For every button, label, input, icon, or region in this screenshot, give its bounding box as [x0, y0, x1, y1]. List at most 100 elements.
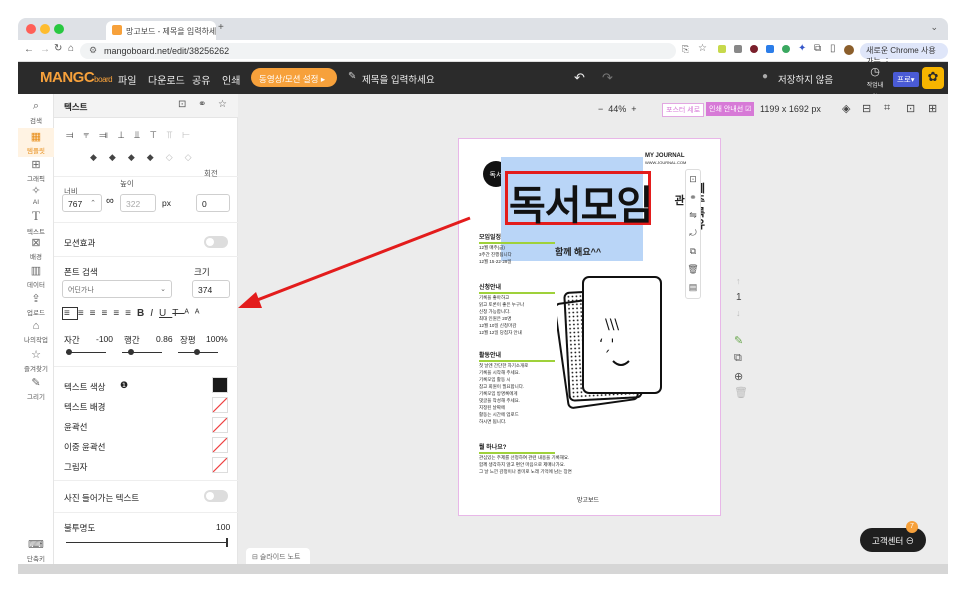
letter-spacing-slider[interactable]	[66, 349, 106, 355]
canvas-area[interactable]: − 44% + 포스터 세로 인쇄 안내선 ☑ 1199 x 1692 px ◈…	[238, 94, 948, 564]
rail-ai[interactable]: ✧ AI	[18, 184, 54, 206]
copy-icon[interactable]: ⧉	[686, 242, 700, 260]
rail-favorites[interactable]: ☆ 즐겨찾기	[18, 348, 54, 373]
profile-avatar[interactable]	[844, 45, 854, 55]
link-icon[interactable]: ⚭	[686, 188, 700, 206]
extension-icon[interactable]	[734, 45, 742, 53]
double-outline-swatch[interactable]	[212, 437, 228, 453]
text-bg-swatch[interactable]	[212, 397, 228, 413]
forward-icon[interactable]: →	[40, 44, 50, 55]
extension-icon[interactable]	[750, 45, 758, 53]
zoom-window-icon[interactable]	[54, 24, 64, 34]
page-down-icon[interactable]: ↓	[736, 308, 741, 318]
menu-file[interactable]: 파일	[118, 72, 136, 87]
pro-badge[interactable]: 프로▾	[893, 72, 919, 87]
outline-swatch[interactable]	[212, 417, 228, 433]
add-page-icon[interactable]: ⊕	[734, 370, 743, 383]
font-size-input[interactable]: 374	[192, 280, 230, 298]
width-input[interactable]: 767 ⌃	[62, 194, 102, 212]
document-title-input[interactable]: 제목을 입력하세요	[362, 72, 435, 86]
rail-text[interactable]: T 텍스트	[18, 208, 54, 236]
comment-icon[interactable]: ▤	[686, 278, 700, 296]
info-icon[interactable]: ❶	[120, 380, 128, 391]
tab-list-icon[interactable]: ⌄	[930, 22, 938, 33]
photo-text-toggle[interactable]	[204, 490, 228, 502]
stepper-icon[interactable]: ⌃	[90, 199, 96, 207]
extension-icon[interactable]	[766, 45, 774, 53]
chrome-update-button[interactable]: 새로운 Chrome 사용 가능 ⋮	[860, 43, 948, 66]
video-motion-button[interactable]: 동영상/모션 설정 ▸	[251, 68, 337, 87]
rail-graphic[interactable]: ⊞ 그래픽	[18, 158, 54, 183]
delete-page-icon[interactable]: 🗑	[734, 386, 748, 399]
reload-icon[interactable]: ↻	[54, 43, 62, 54]
align-icons[interactable]: ⫤⫧⫥⊥⫫⊤⫪⊢	[66, 130, 200, 141]
menu-print[interactable]: 인쇄	[222, 72, 240, 87]
zoom-control[interactable]: − 44% +	[598, 104, 637, 114]
rail-data[interactable]: ▥ 데이터	[18, 264, 54, 289]
rail-shortcuts[interactable]: ⌨ 단축키	[18, 538, 54, 563]
flip-icon[interactable]: ⇋	[686, 206, 700, 224]
paper-illustration[interactable]: \\\ ‘ˏ'	[557, 269, 677, 429]
lock-icon[interactable]: ⊡	[178, 99, 186, 110]
layers-icon[interactable]: ◈	[842, 102, 850, 115]
favorite-star-icon[interactable]: ☆	[218, 99, 227, 110]
menu-download[interactable]: 다운로드	[148, 72, 185, 87]
preview-icon[interactable]: ⊡	[906, 102, 915, 115]
poster-footer[interactable]: 망고보드	[577, 495, 599, 504]
lock-icon[interactable]: ⊡	[686, 170, 700, 188]
journal-url[interactable]: WWW.JOURNAL.COM	[645, 160, 686, 165]
fit-screen-icon[interactable]: ⌗	[884, 102, 890, 115]
redo-icon[interactable]: ↷	[602, 70, 613, 86]
bookmark-star-icon[interactable]: ☆	[698, 43, 707, 54]
section-what[interactable]: 뭘 하나요? 관심있는 주제를 선정하여 관련 내용을 기록해요. 함께 생각하…	[479, 445, 719, 475]
mangoboard-logo[interactable]: MANGCboard	[40, 69, 113, 86]
close-window-icon[interactable]	[26, 24, 36, 34]
minimize-window-icon[interactable]	[40, 24, 50, 34]
menu-share[interactable]: 공유	[192, 72, 210, 87]
page-up-icon[interactable]: ↑	[736, 276, 741, 286]
extension-icon[interactable]: ✦	[798, 43, 806, 54]
size-readout[interactable]: 1199 x 1692 px	[760, 104, 821, 114]
horizontal-scrollbar[interactable]	[18, 564, 948, 574]
poster-subheading[interactable]: 함께 해요^^	[555, 245, 601, 258]
duplicate-page-icon[interactable]: ⧉	[734, 352, 742, 365]
rail-search[interactable]: ⌕ 검색	[18, 100, 54, 125]
rail-draw[interactable]: ✎ 그리기	[18, 376, 54, 401]
new-tab-icon[interactable]: +	[218, 22, 224, 33]
line-height-slider[interactable]	[122, 349, 162, 355]
motion-toggle[interactable]	[204, 236, 228, 248]
link-ratio-icon[interactable]: ∞	[106, 195, 114, 207]
back-icon[interactable]: ←	[24, 44, 34, 55]
text-format-icons[interactable]: ≡ ≡≡≡≡≡BIUTᴬᴬ	[62, 307, 205, 320]
font-select[interactable]: 어딘가나 ⌄	[62, 280, 172, 298]
magic-brush-icon[interactable]: ✎	[734, 334, 743, 347]
layer-icons[interactable]: ◆◆◆◆◇◇	[90, 152, 204, 163]
text-color-swatch[interactable]	[212, 377, 228, 393]
extension-icon[interactable]	[782, 45, 790, 53]
address-bar[interactable]: ⚙ mangoboard.net/edit/38256262	[80, 43, 676, 59]
extensions-puzzle-icon[interactable]: ⧉	[814, 43, 821, 54]
rail-background[interactable]: ⊠ 배경	[18, 236, 54, 261]
translate-icon[interactable]: ⎘	[682, 44, 689, 55]
print-guide-toggle[interactable]: 인쇄 안내선 ☑	[706, 102, 755, 116]
section-schedule[interactable]: 모임일정 12월 매주(금) 3주간 진행됩니다 12월 15·22·29일	[479, 235, 555, 265]
height-input[interactable]: 322	[120, 194, 156, 212]
opacity-slider[interactable]	[66, 538, 228, 547]
rotate-input[interactable]: 0	[196, 194, 230, 212]
rotate-icon[interactable]: ⤾	[686, 224, 700, 242]
poster-page[interactable]: 독서 독서모임 함께 해요^^ MY JOURNAL WWW.JOURNAL.C…	[458, 138, 721, 516]
journal-title[interactable]: MY JOURNAL	[645, 153, 685, 159]
slide-note-tab[interactable]: ⊟ 슬라이드 노트	[246, 548, 310, 564]
help-center-button[interactable]: 고객센터 ⊖	[860, 528, 926, 552]
poster-heading[interactable]: 독서모임	[509, 173, 653, 231]
ruler-icon[interactable]: ⊟	[862, 102, 871, 115]
poster-guide-label[interactable]: 포스터 세로	[662, 103, 705, 117]
sidebar-icon[interactable]: ▯	[830, 43, 836, 54]
grid-view-icon[interactable]: ⊞	[928, 102, 937, 115]
trash-icon[interactable]: 🗑	[686, 260, 700, 278]
undo-icon[interactable]: ↶	[574, 70, 585, 86]
browser-tab[interactable]: 망고보드 - 제목을 입력하세요	[106, 21, 216, 40]
shadow-swatch[interactable]	[212, 457, 228, 473]
rail-my-work[interactable]: ⌂ 나의작업	[18, 320, 54, 344]
rail-upload[interactable]: ⇪ 업로드	[18, 292, 54, 317]
